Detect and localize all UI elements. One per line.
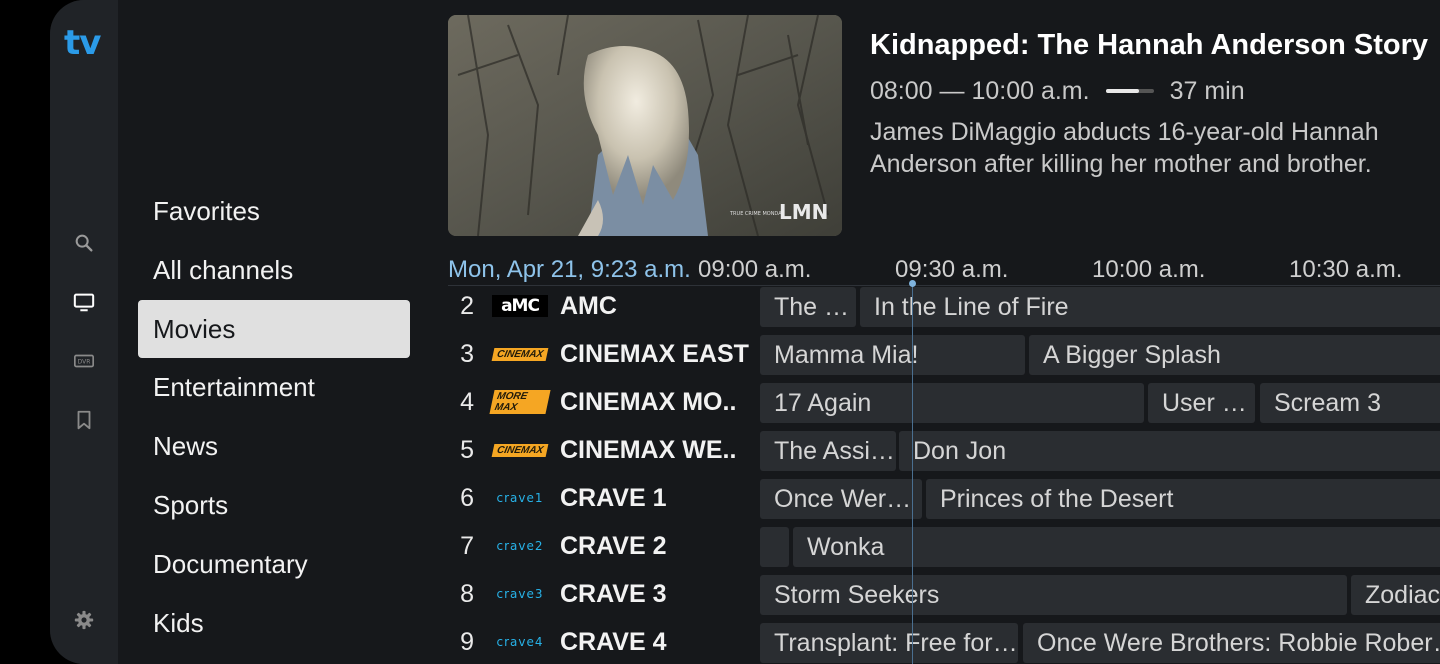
program-block[interactable]: Wonka: [793, 527, 1440, 567]
tv-guide-app: tv DVR Favorites All channels Movies Entert…: [50, 0, 1440, 664]
channel-number: 7: [460, 532, 474, 560]
channel-row[interactable]: 2 aMC AMC The Shawshank RedemptionIn the Li…: [448, 282, 1440, 330]
channel-logo: CINEMAX: [491, 439, 549, 461]
channel-row[interactable]: 7 crave2 CRAVE 2 Wonka: [448, 522, 1440, 570]
video-preview[interactable]: TRUE CRIME MONDAY LMN: [448, 15, 842, 236]
channel-number: 9: [460, 628, 474, 656]
channel-logo-text: MORE MAX: [489, 390, 551, 414]
channel-number: 3: [460, 340, 474, 368]
category-news[interactable]: News: [138, 417, 410, 476]
channel-number: 2: [460, 292, 474, 320]
program-block[interactable]: 17 Again: [760, 383, 1144, 423]
program-block[interactable]: Scream 3: [1260, 383, 1440, 423]
program-progress-bar: [1105, 89, 1154, 93]
program-time: 08:00 — 10:00 a.m.: [870, 76, 1090, 105]
program-block[interactable]: A Bigger Splash: [1029, 335, 1440, 375]
channel-name: CRAVE 4: [560, 628, 667, 656]
program-block[interactable]: In the Line of Fire: [860, 287, 1440, 327]
channel-row[interactable]: 4 MORE MAX CINEMAX MO.. 17 AgainUser Friend…: [448, 378, 1440, 426]
channel-logo-text: crave4: [496, 635, 544, 649]
gear-icon[interactable]: [70, 606, 98, 634]
channel-logo: CINEMAX: [491, 343, 549, 365]
channel-number: 6: [460, 484, 474, 512]
channel-logo: aMC: [492, 295, 548, 317]
channel-logo: crave1: [492, 487, 548, 509]
channel-number: 8: [460, 580, 474, 608]
channel-name: CRAVE 3: [560, 580, 667, 608]
channel-logo: MORE MAX: [489, 390, 551, 414]
program-description: James DiMaggio abducts 16-year-old Hanna…: [870, 118, 1379, 178]
search-icon[interactable]: [70, 229, 98, 257]
program-title: Kidnapped: The Hannah Anderson Story: [870, 29, 1429, 61]
tv-icon[interactable]: [70, 288, 98, 316]
channel-name: AMC: [560, 292, 617, 320]
now-indicator-dot: [909, 280, 916, 287]
channel-logo-text: crave3: [496, 587, 544, 601]
channel-row[interactable]: 5 CINEMAX CINEMAX WE.. The AssistantDon Jon: [448, 426, 1440, 474]
program-block[interactable]: Once Were Brothers: Robbie Robertson and…: [1023, 623, 1440, 663]
time-tick: 09:00 a.m.: [698, 256, 812, 283]
channel-row[interactable]: 8 crave3 CRAVE 3 Storm Seekers Zodiac: [448, 570, 1440, 618]
nav-rail: tv DVR: [50, 0, 118, 664]
program-block[interactable]: [760, 527, 789, 567]
app-logo: tv: [64, 23, 101, 63]
channel-number: 4: [460, 388, 474, 416]
category-kids[interactable]: Kids: [138, 594, 410, 653]
channel-logo: crave3: [492, 583, 548, 605]
program-block[interactable]: Mamma Mia!: [760, 335, 1025, 375]
channel-name: CINEMAX MO..: [560, 388, 737, 416]
channel-logo-text: aMC: [501, 296, 540, 316]
channel-row[interactable]: 9 crave4 CRAVE 4 Transplant: Free for Life O…: [448, 618, 1440, 664]
category-all-channels[interactable]: All channels: [138, 241, 410, 300]
program-block[interactable]: User Friendly: [1148, 383, 1255, 423]
channel-logo-text: CINEMAX: [491, 443, 549, 457]
watermark-small: TRUE CRIME MONDAY: [729, 211, 785, 217]
program-block[interactable]: Zodiac: [1351, 575, 1440, 615]
time-tick: 10:00 a.m.: [1092, 256, 1206, 283]
category-sports[interactable]: Sports: [138, 476, 410, 535]
program-block[interactable]: Don Jon: [899, 431, 1440, 471]
program-block[interactable]: Transplant: Free for Life: [760, 623, 1018, 663]
channel-number: 5: [460, 436, 474, 464]
channel-watermark: LMN: [779, 200, 828, 224]
channel-name: CINEMAX EAST: [560, 340, 749, 368]
channel-name: CRAVE 1: [560, 484, 667, 512]
dvr-icon[interactable]: DVR: [70, 347, 98, 375]
program-remaining: 37 min: [1169, 76, 1245, 105]
bookmark-icon[interactable]: [70, 406, 98, 434]
channel-name: CINEMAX WE..: [560, 436, 737, 464]
channel-guide: 2 aMC AMC The Shawshank RedemptionIn the Li…: [448, 282, 1440, 664]
program-block[interactable]: The Assistant: [760, 431, 896, 471]
category-movies[interactable]: Movies: [138, 300, 410, 358]
program-block[interactable]: Storm Seekers: [760, 575, 1347, 615]
preview-frame: TRUE CRIME MONDAY LMN: [448, 15, 842, 236]
channel-logo: crave4: [492, 631, 548, 653]
category-entertainment[interactable]: Entertainment: [138, 358, 410, 417]
channel-logo-text: CINEMAX: [491, 347, 549, 361]
channel-logo-text: crave1: [496, 491, 544, 505]
channel-row[interactable]: 3 CINEMAX CINEMAX EAST Mamma Mia! A Bigger S…: [448, 330, 1440, 378]
category-menu: Favorites All channels Movies Entertainment…: [138, 182, 410, 653]
program-info: Kidnapped: The Hannah Anderson Story 08:…: [870, 26, 1440, 180]
category-favorites[interactable]: Favorites: [138, 182, 410, 241]
program-progress-fill: [1105, 89, 1140, 93]
program-block[interactable]: Princes of the Desert: [926, 479, 1440, 519]
current-datetime: Mon, Apr 21, 9:23 a.m.: [448, 256, 691, 283]
time-tick: 10:30 a.m.: [1289, 256, 1403, 283]
dvr-label: DVR: [78, 358, 91, 365]
program-block[interactable]: Once Were Brothers: [760, 479, 922, 519]
category-documentary[interactable]: Documentary: [138, 535, 410, 594]
channel-row[interactable]: 6 crave1 CRAVE 1 Once Were BrothersPrinces …: [448, 474, 1440, 522]
program-block[interactable]: The Shawshank Redemption: [760, 287, 856, 327]
now-indicator-line: [912, 284, 913, 664]
program-time-row: 08:00 — 10:00 a.m. 37 min: [870, 74, 1440, 108]
channel-logo-text: crave2: [496, 539, 544, 553]
channel-logo: crave2: [492, 535, 548, 557]
channel-name: CRAVE 2: [560, 532, 667, 560]
